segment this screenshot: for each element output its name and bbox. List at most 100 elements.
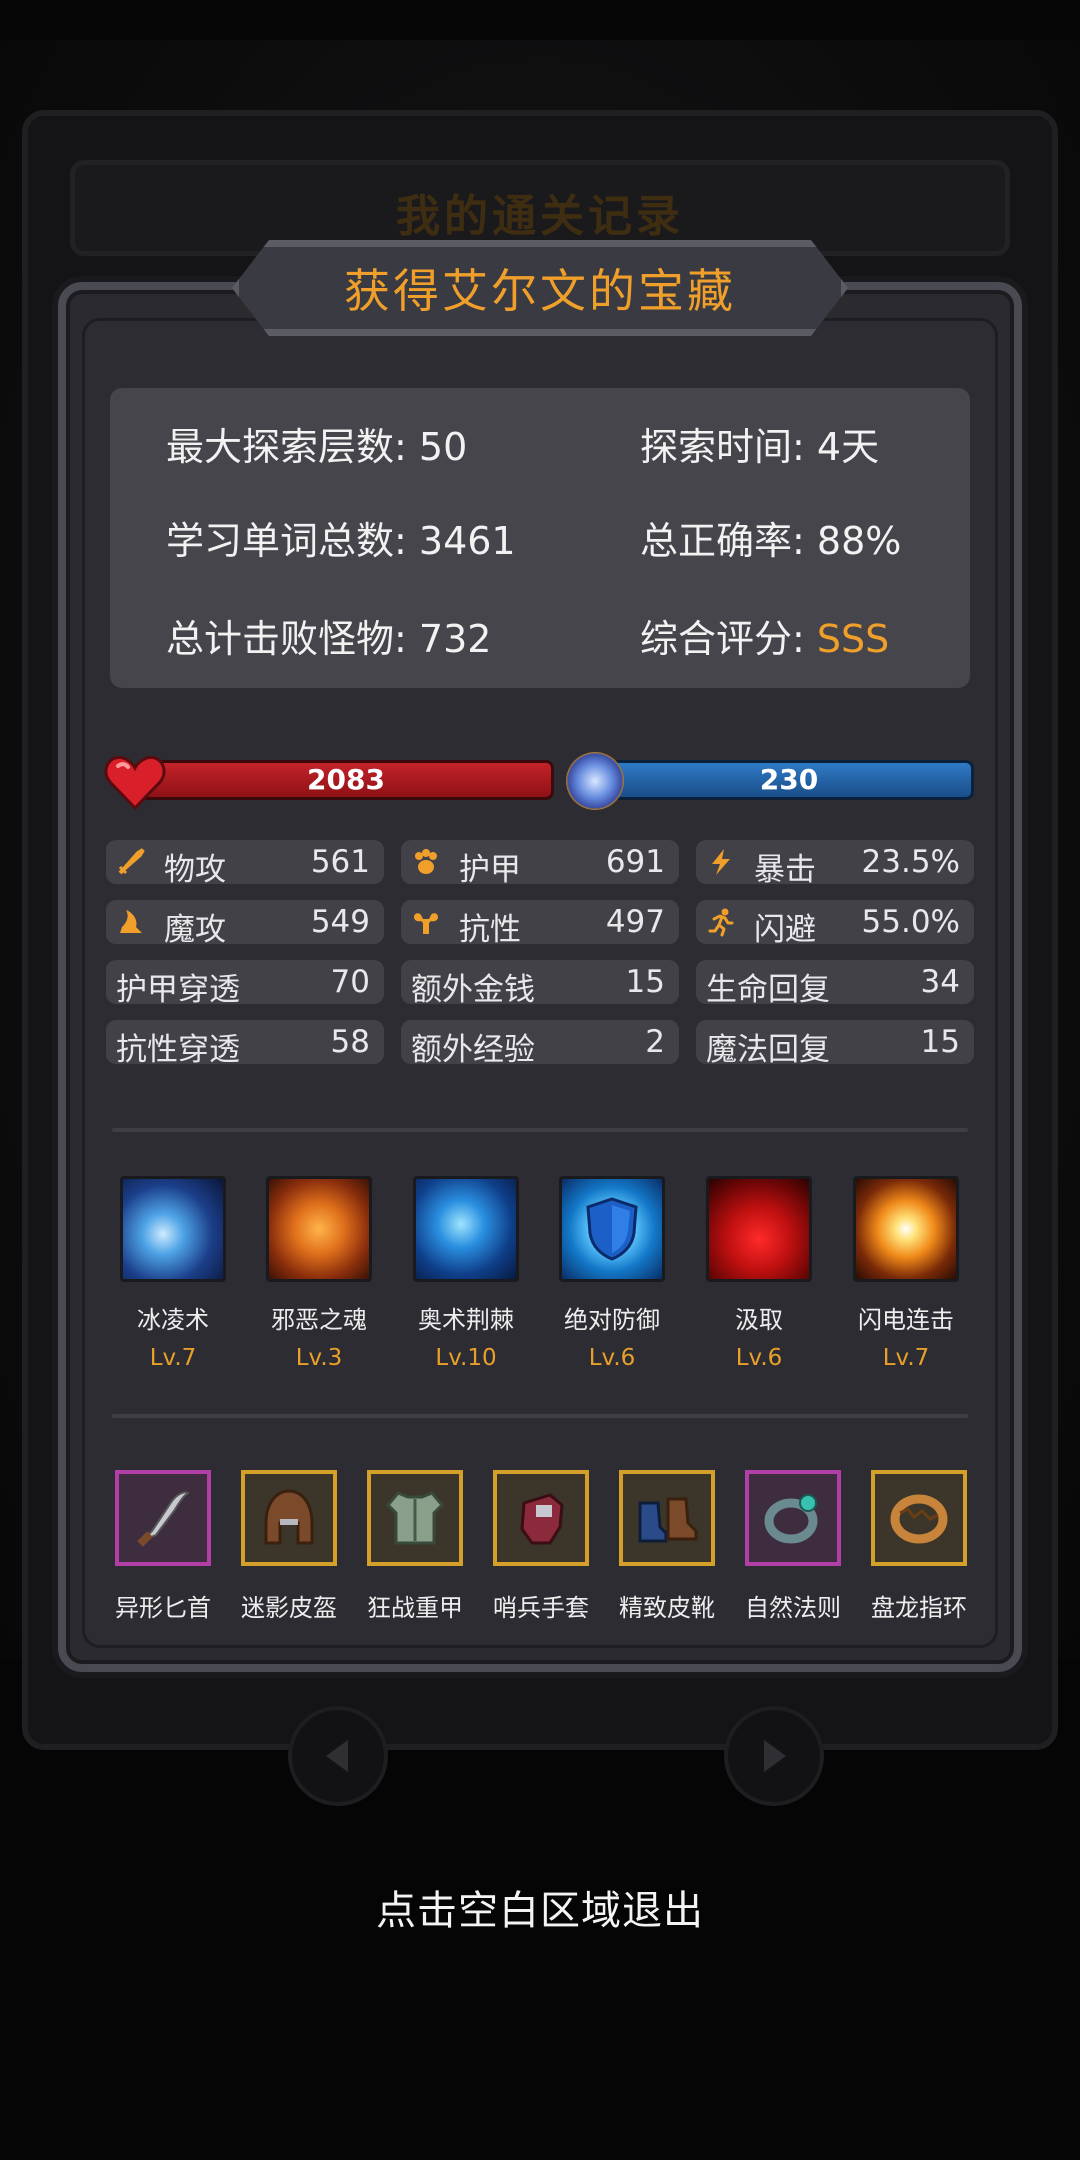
back-title: 我的通关记录	[396, 191, 684, 242]
gloves-icon	[520, 1493, 564, 1545]
dragon-ring-icon	[890, 1494, 948, 1544]
skill-level: Lv.3	[295, 1345, 343, 1371]
skill-lightning-combo[interactable]: 闪电连击 Lv.7	[851, 1176, 961, 1371]
gear-nature-law[interactable]: 自然法则	[738, 1470, 848, 1623]
helmet-icon	[264, 1489, 314, 1545]
stat-value: 497	[605, 904, 665, 940]
stat-chip-extra-exp: 额外经验 2	[401, 1020, 679, 1068]
rating-label: 综合评分:	[640, 617, 817, 661]
skill-ice-shard[interactable]: 冰凌术 Lv.7	[118, 1176, 228, 1371]
max-floor: 最大探索层数: 50	[166, 416, 467, 471]
monsters-defeated: 总计击败怪物: 732	[166, 608, 491, 663]
stat-value: 549	[310, 904, 370, 940]
skill-level: Lv.7	[149, 1345, 197, 1371]
exit-hint: 点击空白区域退出	[376, 1888, 704, 1934]
stat-label: 抗性	[459, 912, 521, 948]
gear-dragon-ring[interactable]: 盘龙指环	[864, 1470, 974, 1623]
skill-name: 奥术荆棘	[418, 1306, 514, 1334]
gear-slot	[619, 1470, 715, 1566]
stat-value: 561	[310, 844, 370, 880]
hp-bar: 2083	[138, 760, 554, 800]
stat-value: 58	[330, 1024, 370, 1060]
hp-value: 2083	[307, 763, 385, 796]
accuracy: 总正确率: 88%	[640, 510, 901, 565]
skill-name: 绝对防御	[564, 1306, 660, 1334]
arrow-right-icon	[764, 1740, 786, 1772]
running-icon	[706, 907, 736, 937]
arcane-thorns-icon	[413, 1176, 519, 1282]
stat-label: 抗性穿透	[116, 1032, 240, 1068]
max-floor-value: 50	[418, 425, 468, 469]
lightning-icon	[706, 847, 736, 877]
stat-label: 闪避	[754, 912, 816, 948]
sword-icon	[116, 847, 146, 877]
gear-alien-dagger[interactable]: 异形匕首	[108, 1470, 218, 1623]
monsters-label: 总计击败怪物:	[166, 617, 419, 661]
skill-arcane-thorns[interactable]: 奥术荆棘 Lv.10	[411, 1176, 521, 1371]
stat-chip-res-pen: 抗性穿透 58	[106, 1020, 384, 1068]
prev-button[interactable]	[288, 1706, 388, 1806]
mp-bar: 230	[604, 760, 974, 800]
stat-chip-resistance: 抗性 497	[401, 900, 679, 948]
words-total: 学习单词总数: 3461	[166, 510, 516, 565]
stat-value: 23.5%	[861, 844, 960, 880]
gear-slot	[367, 1470, 463, 1566]
shield-icon	[559, 1176, 665, 1282]
skill-name: 闪电连击	[858, 1306, 954, 1334]
skill-drain[interactable]: 汲取 Lv.6	[704, 1176, 814, 1371]
stat-chip-dodge: 闪避 55.0%	[696, 900, 974, 948]
divider	[112, 1414, 968, 1418]
muscle-icon	[411, 907, 441, 937]
armor-icon	[385, 1491, 445, 1545]
gear-name: 哨兵手套	[493, 1594, 589, 1622]
accuracy-label: 总正确率:	[640, 519, 817, 563]
skill-name: 邪恶之魂	[271, 1306, 367, 1334]
arrow-left-icon	[326, 1740, 348, 1772]
gear-name: 盘龙指环	[871, 1594, 967, 1622]
gear-slot	[493, 1470, 589, 1566]
stat-chip-hp-regen: 生命回复 34	[696, 960, 974, 1008]
gear-name: 迷影皮盔	[241, 1594, 337, 1622]
stat-chip-armor: 护甲 691	[401, 840, 679, 888]
boots-icon	[638, 1497, 698, 1543]
stat-value: 70	[330, 964, 370, 1000]
monsters-value: 732	[418, 617, 492, 661]
heart-icon	[104, 755, 166, 810]
title-plate: 获得艾尔文的宝藏	[232, 240, 848, 336]
stat-value: 2	[645, 1024, 665, 1060]
stat-label: 护甲穿透	[116, 972, 240, 1008]
skill-absolute-defense[interactable]: 绝对防御 Lv.6	[557, 1176, 667, 1371]
skill-level: Lv.6	[588, 1345, 636, 1371]
stat-label: 暴击	[754, 852, 816, 888]
skill-level: Lv.7	[882, 1345, 930, 1371]
stat-label: 额外金钱	[411, 972, 535, 1008]
panel-title: 获得艾尔文的宝藏	[344, 264, 736, 318]
skill-evil-soul[interactable]: 邪恶之魂 Lv.3	[264, 1176, 374, 1371]
explore-time: 探索时间: 4天	[640, 416, 879, 471]
skill-name: 汲取	[735, 1306, 783, 1334]
lightning-burst-icon	[853, 1176, 959, 1282]
stat-value: 34	[920, 964, 960, 1000]
gear-slot	[241, 1470, 337, 1566]
stat-label: 护甲	[459, 852, 521, 888]
divider	[112, 1128, 968, 1132]
gear-name: 狂战重甲	[367, 1594, 463, 1622]
stat-chip-mp-regen: 魔法回复 15	[696, 1020, 974, 1068]
gear-berserker-armor[interactable]: 狂战重甲	[360, 1470, 470, 1623]
dagger-icon	[137, 1491, 190, 1547]
stat-label: 生命回复	[706, 972, 830, 1008]
gear-shadow-helm[interactable]: 迷影皮盔	[234, 1470, 344, 1623]
gear-slot	[115, 1470, 211, 1566]
mana-orb-icon	[566, 752, 624, 810]
stat-chip-armor-pen: 护甲穿透 70	[106, 960, 384, 1008]
stat-chip-magic-attack: 魔攻 549	[106, 900, 384, 948]
gear-fine-boots[interactable]: 精致皮靴	[612, 1470, 722, 1623]
gear-name: 异形匕首	[115, 1594, 211, 1622]
words-total-label: 学习单词总数:	[166, 519, 419, 563]
gear-sentinel-gloves[interactable]: 哨兵手套	[486, 1470, 596, 1623]
next-button[interactable]	[724, 1706, 824, 1806]
stat-chip-extra-gold: 额外金钱 15	[401, 960, 679, 1008]
max-floor-label: 最大探索层数:	[166, 425, 419, 469]
gear-slot	[745, 1470, 841, 1566]
skill-level: Lv.6	[735, 1345, 783, 1371]
